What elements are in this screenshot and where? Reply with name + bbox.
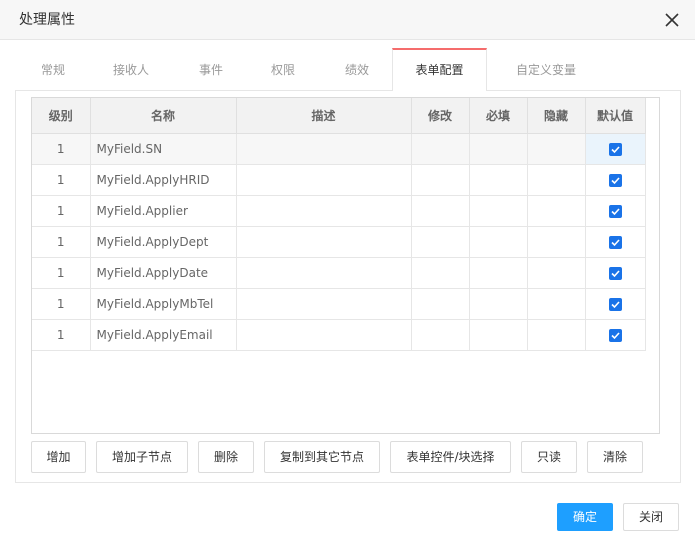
cell-name: MyField.ApplyMbTel bbox=[90, 288, 237, 320]
cell-description[interactable] bbox=[236, 133, 412, 165]
cell-hidden[interactable] bbox=[527, 319, 586, 351]
cell-hidden[interactable] bbox=[527, 226, 586, 258]
cell-modify[interactable] bbox=[411, 195, 470, 227]
tab-general[interactable]: 常规 bbox=[16, 48, 90, 90]
cell-level: 1 bbox=[32, 195, 91, 227]
cell-default bbox=[585, 319, 646, 351]
cell-modify[interactable] bbox=[411, 257, 470, 289]
close-icon[interactable] bbox=[663, 11, 681, 29]
dialog-title: 处理属性 bbox=[19, 12, 75, 28]
cell-required[interactable] bbox=[469, 133, 528, 165]
clear-button[interactable]: 清除 bbox=[587, 441, 643, 473]
cell-modify[interactable] bbox=[411, 226, 470, 258]
table-row[interactable]: 1 MyField.SN bbox=[32, 133, 646, 165]
cell-hidden[interactable] bbox=[527, 133, 586, 165]
col-header-level[interactable]: 级别 bbox=[32, 98, 91, 134]
table-row[interactable]: 1 MyField.ApplyMbTel bbox=[32, 288, 646, 320]
cell-default bbox=[585, 257, 646, 289]
tab-permissions[interactable]: 权限 bbox=[246, 48, 320, 90]
cell-level: 1 bbox=[32, 133, 91, 165]
cell-name: MyField.SN bbox=[90, 133, 237, 165]
col-header-description[interactable]: 描述 bbox=[236, 98, 412, 134]
default-checkbox[interactable] bbox=[608, 328, 622, 342]
add-button[interactable]: 增加 bbox=[31, 441, 86, 473]
col-header-name[interactable]: 名称 bbox=[90, 98, 237, 134]
cell-level: 1 bbox=[32, 319, 91, 351]
cell-level: 1 bbox=[32, 164, 91, 196]
cell-description[interactable] bbox=[236, 226, 412, 258]
cell-level: 1 bbox=[32, 288, 91, 320]
process-properties-dialog: 处理属性 常规 接收人 事件 权限 绩效 表单配置 自定义变量 级别 名称 描述… bbox=[0, 0, 695, 543]
cell-required[interactable] bbox=[469, 288, 528, 320]
table-row[interactable]: 1 MyField.ApplyEmail bbox=[32, 319, 646, 351]
form-control-select-button[interactable]: 表单控件/块选择 bbox=[390, 441, 511, 473]
ok-button[interactable]: 确定 bbox=[557, 503, 613, 531]
cell-modify[interactable] bbox=[411, 319, 470, 351]
field-table: 级别 名称 描述 修改 必填 隐藏 默认值 1 MyField.SN 1 MyF… bbox=[32, 98, 646, 351]
cell-required[interactable] bbox=[469, 195, 528, 227]
cell-required[interactable] bbox=[469, 319, 528, 351]
close-button[interactable]: 关闭 bbox=[623, 503, 679, 531]
cell-description[interactable] bbox=[236, 164, 412, 196]
table-row[interactable]: 1 MyField.ApplyDate bbox=[32, 257, 646, 289]
tab-events[interactable]: 事件 bbox=[174, 48, 248, 90]
cell-default bbox=[585, 195, 646, 227]
default-checkbox[interactable] bbox=[608, 297, 622, 311]
add-child-node-button[interactable]: 增加子节点 bbox=[96, 441, 188, 473]
table-row[interactable]: 1 MyField.ApplyDept bbox=[32, 226, 646, 258]
default-checkbox[interactable] bbox=[608, 173, 622, 187]
cell-name: MyField.ApplyDate bbox=[90, 257, 237, 289]
col-header-hidden[interactable]: 隐藏 bbox=[527, 98, 586, 134]
table-row[interactable]: 1 MyField.Applier bbox=[32, 195, 646, 227]
delete-button[interactable]: 删除 bbox=[198, 441, 254, 473]
cell-required[interactable] bbox=[469, 226, 528, 258]
tab-performance[interactable]: 绩效 bbox=[320, 48, 394, 90]
readonly-button[interactable]: 只读 bbox=[521, 441, 577, 473]
table-header-row: 级别 名称 描述 修改 必填 隐藏 默认值 bbox=[32, 98, 646, 134]
cell-description[interactable] bbox=[236, 319, 412, 351]
col-header-default[interactable]: 默认值 bbox=[585, 98, 646, 134]
cell-required[interactable] bbox=[469, 164, 528, 196]
cell-name: MyField.ApplyDept bbox=[90, 226, 237, 258]
default-checkbox[interactable] bbox=[608, 266, 622, 280]
tab-receivers[interactable]: 接收人 bbox=[94, 48, 168, 90]
cell-default bbox=[585, 288, 646, 320]
tab-form-config[interactable]: 表单配置 bbox=[392, 48, 487, 91]
cell-level: 1 bbox=[32, 226, 91, 258]
cell-default bbox=[585, 226, 646, 258]
table-row[interactable]: 1 MyField.ApplyHRID bbox=[32, 164, 646, 196]
tab-bar: 常规 接收人 事件 权限 绩效 表单配置 自定义变量 bbox=[16, 48, 680, 91]
cell-name: MyField.ApplyHRID bbox=[90, 164, 237, 196]
field-config-grid: 级别 名称 描述 修改 必填 隐藏 默认值 1 MyField.SN 1 MyF… bbox=[31, 97, 660, 434]
cell-description[interactable] bbox=[236, 257, 412, 289]
cell-hidden[interactable] bbox=[527, 195, 586, 227]
default-checkbox[interactable] bbox=[608, 142, 622, 156]
cell-name: MyField.Applier bbox=[90, 195, 237, 227]
cell-hidden[interactable] bbox=[527, 257, 586, 289]
cell-hidden[interactable] bbox=[527, 164, 586, 196]
cell-required[interactable] bbox=[469, 257, 528, 289]
col-header-required[interactable]: 必填 bbox=[469, 98, 528, 134]
cell-default bbox=[585, 133, 646, 165]
cell-modify[interactable] bbox=[411, 288, 470, 320]
cell-hidden[interactable] bbox=[527, 288, 586, 320]
cell-description[interactable] bbox=[236, 195, 412, 227]
cell-default bbox=[585, 164, 646, 196]
cell-level: 1 bbox=[32, 257, 91, 289]
copy-to-other-nodes-button[interactable]: 复制到其它节点 bbox=[264, 441, 380, 473]
default-checkbox[interactable] bbox=[608, 204, 622, 218]
cell-modify[interactable] bbox=[411, 133, 470, 165]
default-checkbox[interactable] bbox=[608, 235, 622, 249]
cell-description[interactable] bbox=[236, 288, 412, 320]
tab-custom-variables[interactable]: 自定义变量 bbox=[501, 48, 591, 90]
dialog-titlebar: 处理属性 bbox=[0, 0, 695, 40]
cell-name: MyField.ApplyEmail bbox=[90, 319, 237, 351]
col-header-modify[interactable]: 修改 bbox=[411, 98, 470, 134]
cell-modify[interactable] bbox=[411, 164, 470, 196]
